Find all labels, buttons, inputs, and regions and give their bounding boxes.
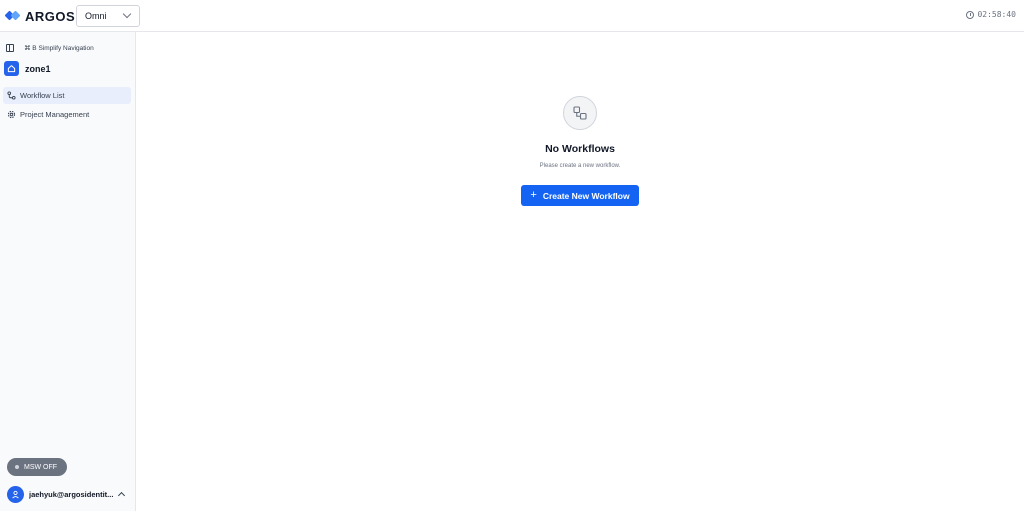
sidebar-panel-icon xyxy=(6,44,14,52)
product-select[interactable]: Omni xyxy=(76,5,140,27)
logo[interactable]: ARGOS xyxy=(4,8,76,24)
logo-text: ARGOS xyxy=(25,8,76,24)
product-select-value: Omni xyxy=(85,11,107,21)
sidebar-item-label: Project Management xyxy=(20,110,90,119)
argos-logo-icon xyxy=(4,9,21,23)
top-bar: ARGOS Omni 02:58:40 xyxy=(0,0,1024,32)
simplify-navigation-label: ⌘ B Simplify Navigation xyxy=(24,45,94,52)
session-clock: 02:58:40 xyxy=(966,10,1016,19)
create-new-workflow-button[interactable]: + Create New Workflow xyxy=(521,185,639,206)
sidebar-item-workflow-list[interactable]: Workflow List xyxy=(3,87,131,104)
chevron-down-icon xyxy=(122,9,132,19)
empty-state-title: No Workflows xyxy=(545,143,615,155)
sidebar-item-project-management[interactable]: Project Management xyxy=(3,106,131,123)
zone-selector[interactable]: zone1 xyxy=(4,61,51,76)
gear-icon xyxy=(7,110,16,119)
workflow-empty-icon xyxy=(563,96,597,130)
zone-label: zone1 xyxy=(25,63,51,74)
main-content: No Workflows Please create a new workflo… xyxy=(137,33,1024,511)
clock-time: 02:58:40 xyxy=(977,10,1016,19)
sidebar-item-label: Workflow List xyxy=(20,91,65,100)
create-new-workflow-label: Create New Workflow xyxy=(542,190,630,201)
msw-label: MSW OFF xyxy=(24,463,58,471)
plus-icon: + xyxy=(530,189,537,201)
status-dot-icon xyxy=(15,465,19,469)
home-icon xyxy=(4,61,19,76)
user-menu[interactable]: jaehyuk@argosidentit... xyxy=(7,485,129,503)
sidebar: ⌘ B Simplify Navigation zone1 Workflow L… xyxy=(0,32,136,511)
msw-toggle[interactable]: MSW OFF xyxy=(7,458,67,476)
workflow-icon xyxy=(7,91,16,100)
clock-icon xyxy=(966,10,975,19)
chevron-up-icon xyxy=(117,491,126,500)
user-email: jaehyuk@argosidentit... xyxy=(29,489,114,499)
simplify-navigation-toggle[interactable]: ⌘ B Simplify Navigation xyxy=(6,44,94,52)
empty-state-subtitle: Please create a new workflow. xyxy=(539,163,621,169)
avatar xyxy=(7,485,24,503)
